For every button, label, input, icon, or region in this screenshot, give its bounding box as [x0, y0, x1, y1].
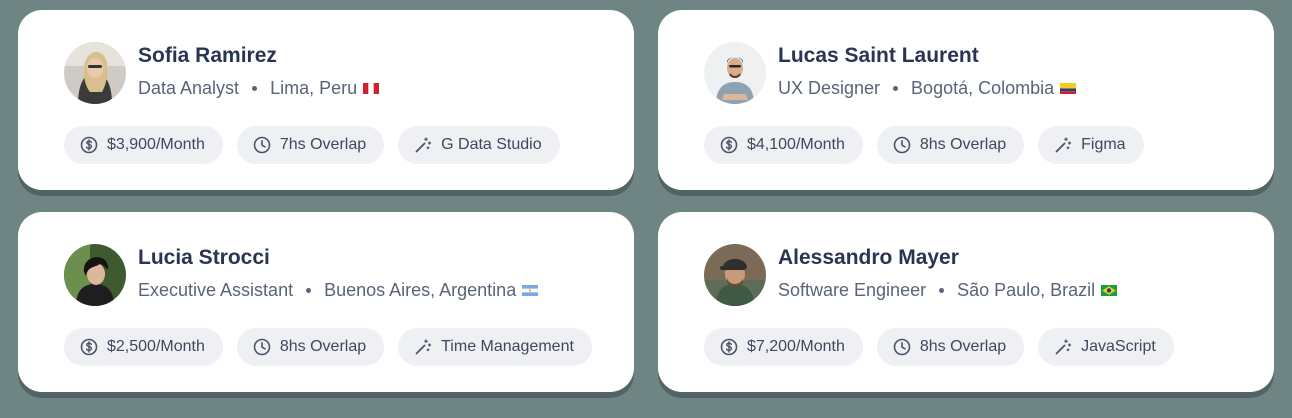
- separator-dot: [252, 85, 258, 91]
- clock-icon: [253, 338, 271, 356]
- candidate-chips: $7,200/Month 8hs Overlap JavaScript: [704, 328, 1274, 366]
- skill-chip: Figma: [1038, 126, 1144, 164]
- separator-dot: [939, 287, 945, 293]
- argentina-flag: [522, 284, 539, 296]
- dollar-circle-icon: [720, 338, 738, 356]
- clock-icon: [253, 136, 271, 154]
- magic-wand-icon: [1055, 339, 1072, 355]
- candidate-card[interactable]: Alessandro Mayer Software Engineer São P…: [658, 212, 1274, 392]
- dollar-circle-icon: [80, 136, 98, 154]
- candidate-meta: Software Engineer São Paulo, Brazil: [778, 279, 1118, 301]
- magic-wand-icon: [415, 137, 432, 153]
- skill-text: Time Management: [441, 338, 574, 355]
- candidate-name: Lucas Saint Laurent: [778, 44, 979, 67]
- candidate-header: Lucas Saint Laurent UX Designer Bogotá, …: [704, 42, 1274, 104]
- candidate-name: Alessandro Mayer: [778, 246, 959, 269]
- candidate-location: Lima, Peru: [270, 78, 358, 98]
- candidate-header: Alessandro Mayer Software Engineer São P…: [704, 244, 1274, 306]
- salary-chip: $7,200/Month: [704, 328, 863, 366]
- overlap-chip: 8hs Overlap: [236, 328, 385, 366]
- skill-chip: G Data Studio: [398, 126, 560, 164]
- candidate-meta: Executive Assistant Buenos Aires, Argent…: [138, 279, 539, 301]
- avatar: [704, 244, 766, 306]
- candidate-meta: UX Designer Bogotá, Colombia: [778, 77, 1077, 99]
- clock-icon: [893, 338, 911, 356]
- magic-wand-icon: [1055, 137, 1072, 153]
- candidate-location: Bogotá, Colombia: [911, 78, 1055, 98]
- candidate-role: UX Designer: [778, 78, 881, 98]
- skill-chip: Time Management: [398, 328, 592, 366]
- separator-dot: [893, 85, 899, 91]
- dollar-circle-icon: [720, 136, 738, 154]
- avatar: [704, 42, 766, 104]
- candidate-location: São Paulo, Brazil: [957, 280, 1096, 300]
- dollar-circle-icon: [80, 338, 98, 356]
- salary-text: $4,100/Month: [747, 136, 845, 153]
- salary-chip: $4,100/Month: [704, 126, 863, 164]
- salary-text: $7,200/Month: [747, 338, 845, 355]
- candidate-header: Sofia Ramirez Data Analyst Lima, Peru: [64, 42, 634, 104]
- candidate-card[interactable]: Lucia Strocci Executive Assistant Buenos…: [18, 212, 634, 392]
- magic-wand-icon: [415, 339, 432, 355]
- candidate-role: Software Engineer: [778, 280, 927, 300]
- separator-dot: [306, 287, 312, 293]
- overlap-chip: 8hs Overlap: [876, 126, 1025, 164]
- candidate-role: Data Analyst: [138, 78, 240, 98]
- salary-text: $3,900/Month: [107, 136, 205, 153]
- overlap-chip: 8hs Overlap: [876, 328, 1025, 366]
- candidate-name: Sofia Ramirez: [138, 44, 277, 67]
- candidate-name: Lucia Strocci: [138, 246, 270, 269]
- skill-text: G Data Studio: [441, 136, 542, 153]
- clock-icon: [893, 136, 911, 154]
- candidate-role: Executive Assistant: [138, 280, 294, 300]
- candidate-chips: $3,900/Month 7hs Overlap G Data Studio: [64, 126, 634, 164]
- salary-chip: $3,900/Month: [64, 126, 223, 164]
- avatar: [64, 244, 126, 306]
- skill-chip: JavaScript: [1038, 328, 1174, 366]
- candidate-card[interactable]: Sofia Ramirez Data Analyst Lima, Peru $3…: [18, 10, 634, 190]
- candidate-header: Lucia Strocci Executive Assistant Buenos…: [64, 244, 634, 306]
- overlap-text: 8hs Overlap: [919, 338, 1007, 355]
- avatar: [64, 42, 126, 104]
- salary-chip: $2,500/Month: [64, 328, 223, 366]
- candidate-location: Buenos Aires, Argentina: [324, 280, 517, 300]
- candidate-card[interactable]: Lucas Saint Laurent UX Designer Bogotá, …: [658, 10, 1274, 190]
- colombia-flag: [1060, 82, 1077, 94]
- peru-flag: [363, 82, 380, 94]
- candidate-chips: $4,100/Month 8hs Overlap Figma: [704, 126, 1274, 164]
- candidate-grid: Sofia Ramirez Data Analyst Lima, Peru $3…: [18, 10, 1274, 392]
- candidate-chips: $2,500/Month 8hs Overlap Time Management: [64, 328, 634, 366]
- overlap-text: 7hs Overlap: [279, 136, 367, 153]
- brazil-flag: [1101, 284, 1118, 296]
- overlap-text: 8hs Overlap: [279, 338, 367, 355]
- overlap-text: 8hs Overlap: [919, 136, 1007, 153]
- overlap-chip: 7hs Overlap: [236, 126, 385, 164]
- salary-text: $2,500/Month: [107, 338, 205, 355]
- skill-text: Figma: [1081, 136, 1126, 153]
- candidate-meta: Data Analyst Lima, Peru: [138, 77, 380, 99]
- skill-text: JavaScript: [1081, 338, 1156, 355]
